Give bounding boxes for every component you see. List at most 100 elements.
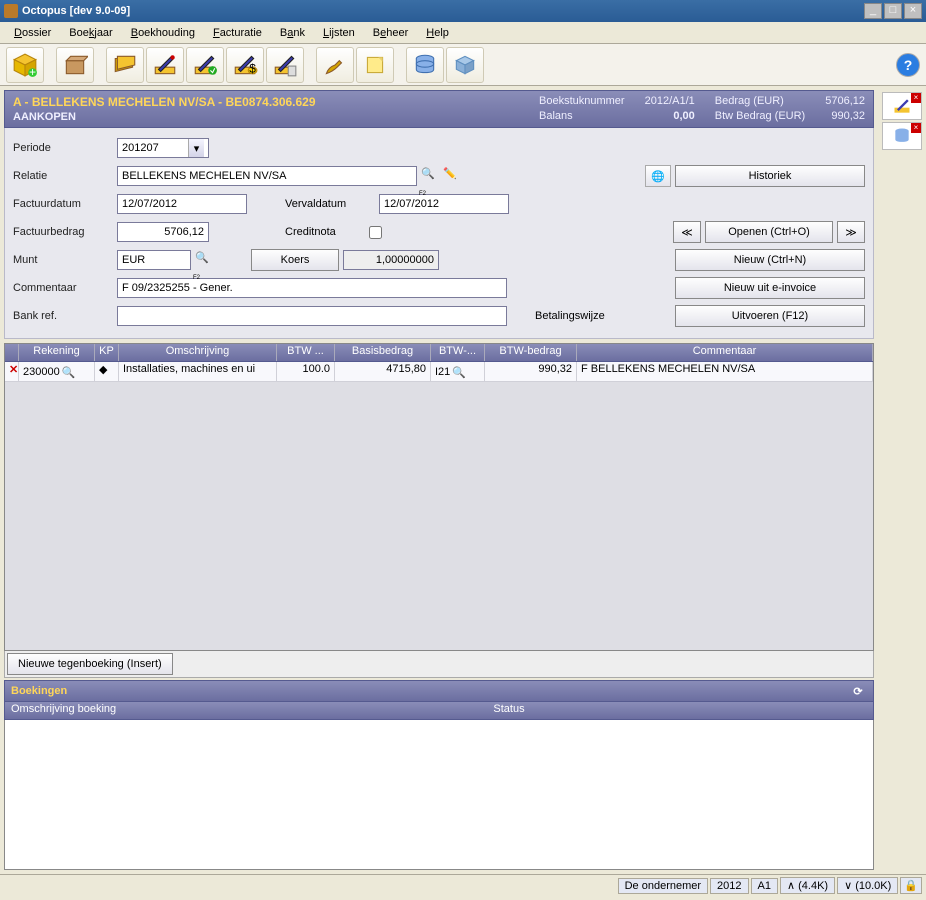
close-button[interactable]: ×	[904, 3, 922, 19]
status-bar: De ondernemer 2012 A1 ∧ (4.4K) ∨ (10.0K)…	[0, 874, 926, 896]
historiek-button[interactable]: Historiek	[675, 165, 865, 187]
side-edit-button[interactable]: ×	[882, 92, 922, 120]
boekingen-header: Boekingen ⟳	[4, 680, 874, 702]
toolbar-cube2-icon[interactable]	[446, 47, 484, 83]
delete-row-icon[interactable]: ✕	[5, 362, 19, 381]
col-status[interactable]: Status	[145, 702, 873, 719]
app-icon	[4, 4, 18, 18]
kp-icon[interactable]: ◆	[95, 362, 119, 381]
pencil-icon[interactable]: ✏️	[443, 167, 461, 185]
toolbar-folder-icon[interactable]	[106, 47, 144, 83]
lock-icon: 🔒	[900, 877, 922, 894]
openen-button[interactable]: Openen (Ctrl+O)	[705, 221, 833, 243]
munt-input[interactable]	[117, 250, 191, 270]
doc-type: AANKOPEN	[13, 111, 539, 123]
commentaar-input[interactable]	[117, 278, 507, 298]
vervaldatum-label: Vervaldatum	[285, 198, 375, 210]
menu-beheer[interactable]: Beheer	[365, 25, 417, 41]
factuurdatum-label: Factuurdatum	[13, 198, 113, 210]
toolbar-brush-icon[interactable]	[316, 47, 354, 83]
nieuw-button[interactable]: Nieuw (Ctrl+N)	[675, 249, 865, 271]
bankref-input[interactable]	[117, 306, 507, 326]
close-icon[interactable]: ×	[911, 93, 921, 103]
status-company: De ondernemer	[618, 878, 708, 894]
toolbar-new-cube-icon[interactable]: +	[6, 47, 44, 83]
creditnota-checkbox[interactable]	[369, 226, 382, 239]
maximize-button[interactable]: □	[884, 3, 902, 19]
menu-boekjaar[interactable]: Boekjaar	[61, 25, 120, 41]
toolbar-edit-clipboard-icon[interactable]	[266, 47, 304, 83]
toolbar-db-icon[interactable]	[406, 47, 444, 83]
svg-text:+: +	[29, 64, 36, 77]
toolbar-edit-green-icon[interactable]	[186, 47, 224, 83]
col-btw[interactable]: BTW ...	[277, 344, 335, 361]
munt-label: Munt	[13, 254, 113, 266]
factuurdatum-input[interactable]	[117, 194, 247, 214]
status-journal: A1	[751, 878, 778, 894]
toolbar-box-icon[interactable]	[56, 47, 94, 83]
search-icon[interactable]: 🔍	[62, 366, 74, 378]
menu-bank[interactable]: Bank	[272, 25, 313, 41]
menu-help[interactable]: Help	[418, 25, 457, 41]
col-btwc[interactable]: BTW-...	[431, 344, 485, 361]
btw-label: Btw Bedrag (EUR)	[715, 110, 805, 123]
commentaar-label: Commentaar	[13, 282, 113, 294]
status-up: ∧ (4.4K)	[780, 877, 835, 894]
col-btwb[interactable]: BTW-bedrag	[485, 344, 577, 361]
col-omschrijving[interactable]: Omschrijving	[119, 344, 277, 361]
nieuw-einvoice-button[interactable]: Nieuw uit e-invoice	[675, 277, 865, 299]
relatie-label: Relatie	[13, 170, 113, 182]
toolbar-edit-icon[interactable]	[146, 47, 184, 83]
status-down: ∨ (10.0K)	[837, 877, 898, 894]
search-icon[interactable]: 🔍	[452, 366, 464, 378]
close-icon[interactable]: ×	[911, 123, 921, 133]
menu-boekhouding[interactable]: Boekhouding	[123, 25, 203, 41]
chevron-down-icon[interactable]: ▾	[188, 139, 204, 157]
balans-label: Balans	[539, 110, 625, 123]
bankref-label: Bank ref.	[13, 310, 113, 322]
prev-button[interactable]: ≪	[673, 221, 701, 243]
refresh-icon[interactable]: ⟳	[849, 682, 867, 700]
side-db-button[interactable]: ×	[882, 122, 922, 150]
up-arrow-icon: ∧	[787, 880, 795, 892]
window-title: Octopus [dev 9.0-09]	[22, 5, 862, 17]
col-rekening[interactable]: Rekening	[19, 344, 95, 361]
search-munt-icon[interactable]: 🔍F2	[195, 251, 213, 269]
next-button[interactable]: ≫	[837, 221, 865, 243]
grid-row[interactable]: ✕ 230000🔍 ◆ Installaties, machines en ui…	[5, 362, 873, 382]
koers-button[interactable]: Koers	[251, 249, 339, 271]
boekingen-title: Boekingen	[11, 685, 67, 697]
menu-bar: Dossier Boekjaar Boekhouding Facturatie …	[0, 22, 926, 44]
col-omschrijving-boeking[interactable]: Omschrijving boeking	[5, 702, 145, 719]
boekstuk-value: 2012/A1/1	[645, 95, 695, 108]
balans-value: 0,00	[645, 110, 695, 123]
nieuwe-tegenboeking-button[interactable]: Nieuwe tegenboeking (Insert)	[7, 653, 173, 675]
relatie-input[interactable]	[117, 166, 417, 186]
toolbar: + $ ?	[0, 44, 926, 86]
toolbar-edit-money-icon[interactable]: $	[226, 47, 264, 83]
creditnota-label: Creditnota	[285, 226, 365, 238]
menu-dossier[interactable]: Dossier	[6, 25, 59, 41]
boekingen-list	[4, 720, 874, 870]
col-basis[interactable]: Basisbedrag	[335, 344, 431, 361]
koers-value	[343, 250, 439, 270]
status-year: 2012	[710, 878, 748, 894]
factuurbedrag-label: Factuurbedrag	[13, 226, 113, 238]
uitvoeren-button[interactable]: Uitvoeren (F12)	[675, 305, 865, 327]
bedrag-label: Bedrag (EUR)	[715, 95, 805, 108]
help-button[interactable]: ?	[896, 53, 920, 77]
bedrag-value: 5706,12	[825, 95, 865, 108]
minimize-button[interactable]: _	[864, 3, 882, 19]
search-icon[interactable]: 🔍F2	[421, 167, 439, 185]
menu-facturatie[interactable]: Facturatie	[205, 25, 270, 41]
col-commentaar[interactable]: Commentaar	[577, 344, 873, 361]
factuurbedrag-input[interactable]	[117, 222, 209, 242]
document-header: A - BELLEKENS MECHELEN NV/SA - BE0874.30…	[4, 90, 874, 128]
periode-select[interactable]: 201207 ▾	[117, 138, 209, 158]
menu-lijsten[interactable]: Lijsten	[315, 25, 363, 41]
vervaldatum-input[interactable]	[379, 194, 509, 214]
down-arrow-icon: ∨	[844, 880, 852, 892]
toolbar-note-icon[interactable]	[356, 47, 394, 83]
col-kp[interactable]: KP	[95, 344, 119, 361]
globe-icon[interactable]: 🌐	[645, 165, 671, 187]
